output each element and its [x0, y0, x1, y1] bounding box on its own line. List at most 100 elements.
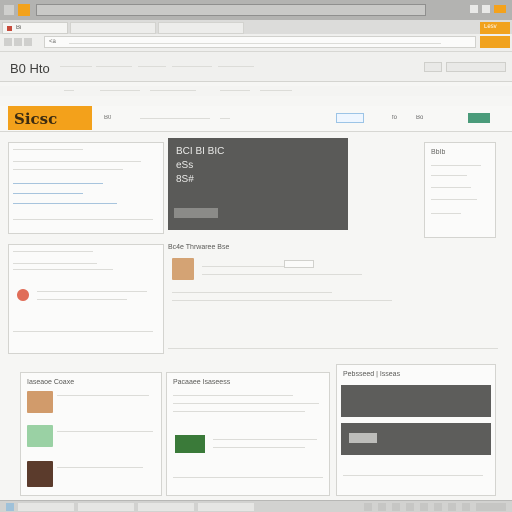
- user-avatar: [172, 258, 194, 280]
- left-panel-1-line-2: [13, 169, 123, 170]
- mid-section-title: Bc4e Thrwaree Bse: [168, 244, 230, 251]
- bottom-left-thumb-2: [27, 425, 53, 447]
- logo-row: Sicsc B0 fo Bo: [0, 106, 512, 132]
- taskbar-item-1[interactable]: [18, 503, 74, 511]
- mid-section: Bc4e Thrwaree Bse: [168, 244, 498, 354]
- left-panel-1: [8, 142, 164, 234]
- menu-item-1[interactable]: [60, 66, 92, 67]
- taskbar: [0, 500, 512, 512]
- title-tabs: [36, 4, 426, 16]
- nav-tab-3[interactable]: [220, 118, 230, 119]
- taskbar-item-2[interactable]: [78, 503, 134, 511]
- address-bar[interactable]: <a: [44, 36, 476, 48]
- back-icon[interactable]: [4, 38, 12, 46]
- bottom-mid-line-2: [173, 403, 319, 404]
- right-nav-2[interactable]: Bo: [416, 115, 423, 123]
- tray-icon-6[interactable]: [434, 503, 442, 511]
- bottom-mid-line-6: [173, 477, 323, 478]
- left-panel-2-heading: [13, 251, 93, 252]
- right-tab-label: Lesv: [484, 24, 497, 30]
- tab-active[interactable]: Bi: [2, 22, 68, 34]
- tray-icon-5[interactable]: [420, 503, 428, 511]
- subnav-line-3: [150, 90, 196, 91]
- menu-item-4[interactable]: [172, 66, 212, 67]
- menu-item-2[interactable]: [96, 66, 132, 67]
- maximize-icon[interactable]: [482, 5, 490, 13]
- app-icon: [4, 5, 14, 15]
- green-status-button[interactable]: [468, 113, 490, 123]
- bottom-mid: Pacaaee Isaseess: [166, 372, 330, 496]
- start-icon[interactable]: [6, 503, 14, 511]
- taskbar-item-3[interactable]: [138, 503, 194, 511]
- bottom-right-dark-card-2: [341, 423, 491, 455]
- site-nav: [0, 86, 512, 96]
- menu-item-3[interactable]: [138, 66, 166, 67]
- right-widget: BbIb: [424, 142, 496, 238]
- feature-cta-button[interactable]: [174, 208, 218, 218]
- tab-3[interactable]: [158, 22, 244, 34]
- forward-icon[interactable]: [14, 38, 22, 46]
- tab-strip: Bi Lesv: [0, 20, 512, 34]
- logo-text: Sicsc: [14, 110, 58, 128]
- search-box[interactable]: [336, 113, 364, 123]
- bottom-right-heading: Pebsseed | Isseas: [343, 371, 401, 378]
- bottom-right-line-1: [343, 475, 483, 476]
- site-title: B0 Hto: [10, 61, 50, 76]
- taskbar-item-4[interactable]: [198, 503, 254, 511]
- left-panel-2: [8, 244, 164, 354]
- tray-icon-4[interactable]: [406, 503, 414, 511]
- bottom-left-thumb-1: [27, 391, 53, 413]
- left-panel-2-line-2: [13, 269, 113, 270]
- right-widget-line-5: [431, 213, 461, 214]
- tab-favicon: [7, 26, 12, 31]
- tray-icon-8[interactable]: [462, 503, 470, 511]
- right-nav-1[interactable]: fo: [392, 115, 397, 123]
- feature-line-1: BCI BI BIC: [176, 146, 225, 157]
- close-icon[interactable]: [494, 5, 506, 13]
- tray-icon-2[interactable]: [378, 503, 386, 511]
- bottom-mid-line-5: [213, 447, 305, 448]
- feature-line-2: eSs: [176, 160, 194, 171]
- feature-line-3: 8S#: [176, 174, 194, 185]
- left-panel-1-heading: [13, 149, 83, 150]
- orange-logo-icon: [18, 4, 30, 16]
- address-prefix: <a: [49, 39, 56, 45]
- left-panel-1-link-2[interactable]: [13, 193, 83, 194]
- left-panel-1-line-3: [13, 219, 153, 220]
- left-panel-1-link-3[interactable]: [13, 203, 117, 204]
- reload-icon[interactable]: [24, 38, 32, 46]
- bottom-mid-line-3: [173, 411, 305, 412]
- bottom-right-card-button[interactable]: [349, 433, 377, 443]
- clock[interactable]: [476, 503, 506, 511]
- tray-icon-7[interactable]: [448, 503, 456, 511]
- header-right-box-2[interactable]: [446, 62, 506, 72]
- bottom-left: Iaseaoe Coaxe: [20, 372, 162, 496]
- bottom-mid-heading: Pacaaee Isaseess: [173, 379, 231, 386]
- subnav-line-4: [220, 90, 250, 91]
- tab-2[interactable]: [70, 22, 156, 34]
- bottom-left-heading: Iaseaoe Coaxe: [27, 379, 75, 386]
- tray-icon-1[interactable]: [364, 503, 372, 511]
- bottom-right-dark-card-1: [341, 385, 491, 417]
- mid-divider: [168, 348, 498, 349]
- mid-tiny-input[interactable]: [284, 260, 314, 268]
- left-panel-1-line-1: [13, 161, 141, 162]
- left-panel-1-link-1[interactable]: [13, 183, 103, 184]
- bottom-right: Pebsseed | Isseas: [336, 364, 496, 496]
- site-logo[interactable]: Sicsc: [8, 106, 92, 130]
- bottom-left-line-3: [57, 467, 143, 468]
- mid-line-4: [172, 300, 392, 301]
- right-tab[interactable]: Lesv: [480, 22, 510, 34]
- nav-tab-1[interactable]: B0: [104, 115, 111, 123]
- minimize-icon[interactable]: [470, 5, 478, 13]
- header-right-box-1[interactable]: [424, 62, 442, 72]
- right-widget-title: BbIb: [431, 149, 446, 156]
- tray-icon-3[interactable]: [392, 503, 400, 511]
- feature-panel: BCI BI BIC eSs 8S#: [168, 138, 348, 230]
- subnav-line-2: [100, 90, 140, 91]
- nav-tab-2[interactable]: [140, 118, 210, 119]
- right-widget-line-4: [431, 199, 477, 200]
- orange-cta-button[interactable]: [480, 36, 510, 48]
- menu-item-5[interactable]: [218, 66, 254, 67]
- left-panel-2-line-5: [13, 331, 153, 332]
